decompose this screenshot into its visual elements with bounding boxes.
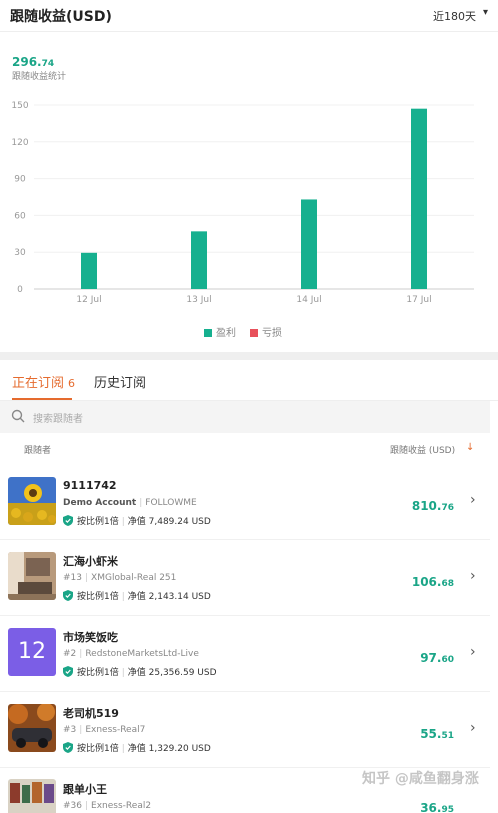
subscription-tabs: 正在订阅 6 历史订阅	[0, 360, 498, 401]
x-tick-label: 14 Jul	[296, 295, 321, 305]
follower-row[interactable]: 汇海小虾米 #13 | XMGlobal-Real 251 按比例1倍 | 净值 2,1…	[0, 540, 490, 616]
page-title: 跟随收益(USD)	[10, 9, 112, 25]
time-range-select[interactable]: 近180天	[433, 8, 476, 24]
x-tick-label: 12 Jul	[76, 295, 101, 305]
tab-current-subscriptions[interactable]: 正在订阅 6	[12, 372, 75, 391]
total-profit-label: 跟随收益统计	[12, 72, 67, 82]
follower-row[interactable]: 12 市场笑饭吃 #2 | RedstoneMarketsLtd-Live 按比例1…	[0, 616, 490, 692]
tab-label: 历史订阅	[94, 376, 147, 391]
sort-desc-icon[interactable]: ↓	[466, 442, 474, 453]
chevron-right-icon[interactable]: ›	[470, 492, 476, 508]
follower-account: Demo Account | FOLLOWME	[63, 498, 197, 508]
shop-photo	[8, 779, 56, 813]
shield-icon	[63, 742, 73, 753]
avatar	[8, 779, 56, 813]
search-input[interactable]: 搜索跟随者	[33, 410, 83, 425]
y-tick-label: 90	[14, 175, 26, 185]
x-tick-label: 13 Jul	[186, 295, 211, 305]
watermark: 知乎 @咸鱼翻身涨	[362, 771, 479, 787]
bar-profit	[411, 108, 427, 290]
x-tick-label: 17 Jul	[406, 295, 431, 305]
total-profit: 296.74	[12, 55, 55, 69]
search-icon	[11, 409, 25, 423]
y-tick-label: 60	[14, 211, 26, 221]
room-photo	[8, 552, 56, 600]
legend-swatch-loss	[250, 329, 258, 337]
y-tick-label: 150	[11, 101, 28, 111]
chevron-right-icon[interactable]: ›	[470, 644, 476, 660]
chevron-right-icon[interactable]: ›	[470, 720, 476, 736]
follower-name: 市场笑饭吃	[63, 631, 118, 644]
legend-label-profit: 盈利	[216, 328, 236, 339]
follower-detail: 按比例1倍 | 净值 2,143.14 USD	[63, 589, 211, 602]
bar-profit	[301, 199, 317, 289]
follower-profit: 97.60	[420, 651, 454, 665]
follower-row[interactable]: 9111742 Demo Account | FOLLOWME 按比例1倍 | 净值 7…	[0, 464, 490, 540]
y-tick-label: 0	[17, 285, 23, 295]
follower-profit: 106.68	[411, 575, 454, 589]
tab-history-subscriptions[interactable]: 历史订阅	[94, 372, 146, 391]
legend-label-loss: 亏损	[262, 328, 282, 339]
follower-profit: 36.95	[420, 801, 454, 813]
chevron-down-icon[interactable]: ▾	[483, 7, 488, 18]
tab-count: 6	[68, 377, 76, 390]
follower-detail: 按比例1倍 | 净值 7,489.24 USD	[63, 514, 211, 527]
y-tick-label: 30	[14, 248, 26, 258]
y-tick-label: 120	[11, 138, 28, 148]
follower-profit: 810.76	[411, 499, 454, 513]
follower-name: 老司机519	[63, 707, 119, 720]
car-photo	[8, 704, 56, 752]
follower-row[interactable]: 老司机519 #3 | Exness-Real7 按比例1倍 | 净值 1,329.20…	[0, 692, 490, 768]
active-tab-indicator	[12, 398, 72, 400]
follower-detail: 按比例1倍 | 净值 25,356.59 USD	[63, 665, 217, 678]
profit-bar-chart: 0 30 60 90 120 150 12 Jul 13 Jul 14 Jul 17 Jul	[11, 101, 474, 305]
follower-account: #36 | Exness-Real2	[63, 801, 152, 811]
search-bar[interactable]: 搜索跟随者	[0, 401, 490, 433]
follower-name: 9111742	[63, 479, 117, 492]
follower-account: #2 | RedstoneMarketsLtd-Live	[63, 649, 199, 659]
avatar	[8, 477, 56, 525]
follower-name: 汇海小虾米	[63, 555, 118, 568]
column-header-follower: 跟随者	[24, 446, 52, 456]
legend-profit[interactable]: 盈利	[204, 324, 236, 339]
avatar	[8, 704, 56, 752]
bar-profit	[191, 231, 207, 289]
chevron-right-icon[interactable]: ›	[470, 568, 476, 584]
page-header: 跟随收益(USD) 近180天 ▾	[0, 0, 498, 32]
tab-label: 正在订阅	[12, 376, 65, 391]
column-header-profit[interactable]: 跟随收益 (USD)	[390, 443, 455, 456]
follower-profit: 55.51	[420, 727, 454, 741]
follower-account: #3 | Exness-Real7	[63, 725, 146, 735]
bar-profit	[81, 252, 97, 289]
avatar	[8, 552, 56, 600]
follower-account: #13 | XMGlobal-Real 251	[63, 573, 177, 583]
sunflower-photo	[8, 477, 56, 525]
shield-icon	[63, 666, 73, 677]
shield-icon	[63, 590, 73, 601]
follower-name: 跟单小王	[63, 783, 107, 796]
avatar: 12	[8, 628, 56, 676]
legend-swatch-profit	[204, 329, 212, 337]
legend-loss[interactable]: 亏损	[250, 324, 282, 339]
follower-detail: 按比例1倍 | 净值 1,329.20 USD	[63, 741, 211, 754]
shield-icon	[63, 515, 73, 526]
section-divider	[0, 352, 498, 360]
